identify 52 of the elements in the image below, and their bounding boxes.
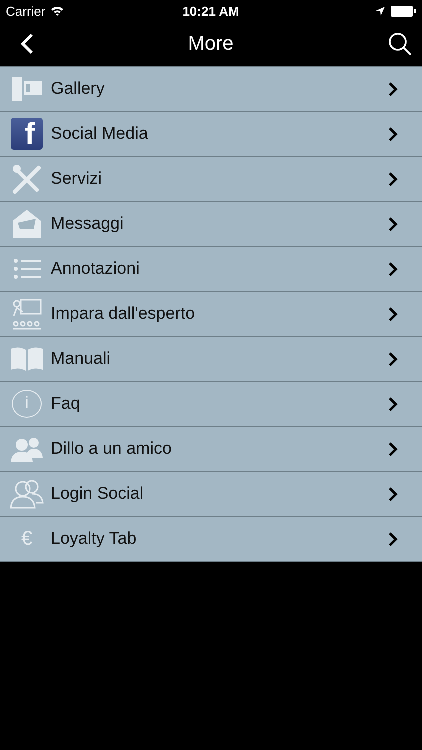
menu-item[interactable]: € Loyalty Tab [0,517,422,562]
carrier-name: Carrier [6,4,46,18]
chevron-icon [388,396,398,412]
menu-item-label: Manuali [51,349,112,369]
location-icon [376,6,385,16]
menu-item[interactable]: Gallery [0,67,422,112]
menu-item[interactable]: f Social Media [0,112,422,157]
menu-item-label: Faq [51,394,82,414]
facebook-icon: f [11,118,43,150]
chevron-icon [388,126,398,142]
chevron-icon [388,262,398,276]
menu-item-label: Gallery [51,79,106,99]
chevron-icon [388,172,398,186]
book-icon [10,346,44,372]
chevron-icon [388,306,398,322]
battery-icon [391,6,416,16]
people-icon [10,479,44,509]
wifi-icon [50,6,64,16]
chevron-icon [388,442,398,456]
film-icon [11,76,43,102]
menu-item[interactable]: Login Social [0,472,422,517]
status-time: 10:21 AM [182,4,240,18]
list-icon [13,258,41,280]
chevron-icon [388,486,398,502]
classroom-icon [11,298,43,330]
menu-item[interactable]: Dillo a un amico [0,427,422,472]
chevron-icon [388,216,398,232]
menu-item[interactable]: Servizi [0,157,422,202]
chevron-icon [388,352,398,366]
menu-item[interactable]: i Faq [0,382,422,427]
menu-item-label: Dillo a un amico [51,439,173,459]
back-button[interactable] [20,33,34,55]
menu-item[interactable]: Impara dall'esperto [0,292,422,337]
euro-icon: € [21,528,33,550]
people-icon [10,436,44,462]
chevron-icon [388,82,398,96]
menu-item-label: Annotazioni [51,259,141,279]
menu-item-label: Messaggi [51,214,125,234]
menu-item-label: Servizi [51,169,104,189]
info-icon: i [12,390,42,418]
search-button[interactable] [388,32,412,56]
menu-item[interactable]: Annotazioni [0,247,422,292]
menu-item-label: Social Media [51,124,150,144]
chevron-icon [388,532,398,546]
screen-title: More [188,32,234,56]
menu-item-label: Login Social [51,484,145,504]
envelope-icon [11,209,43,239]
tools-icon [11,164,43,194]
menu-item[interactable]: Manuali [0,337,422,382]
menu-item-label: Impara dall'esperto [51,304,196,324]
menu-item-label: Loyalty Tab [51,529,138,549]
menu-item[interactable]: Messaggi [0,202,422,247]
